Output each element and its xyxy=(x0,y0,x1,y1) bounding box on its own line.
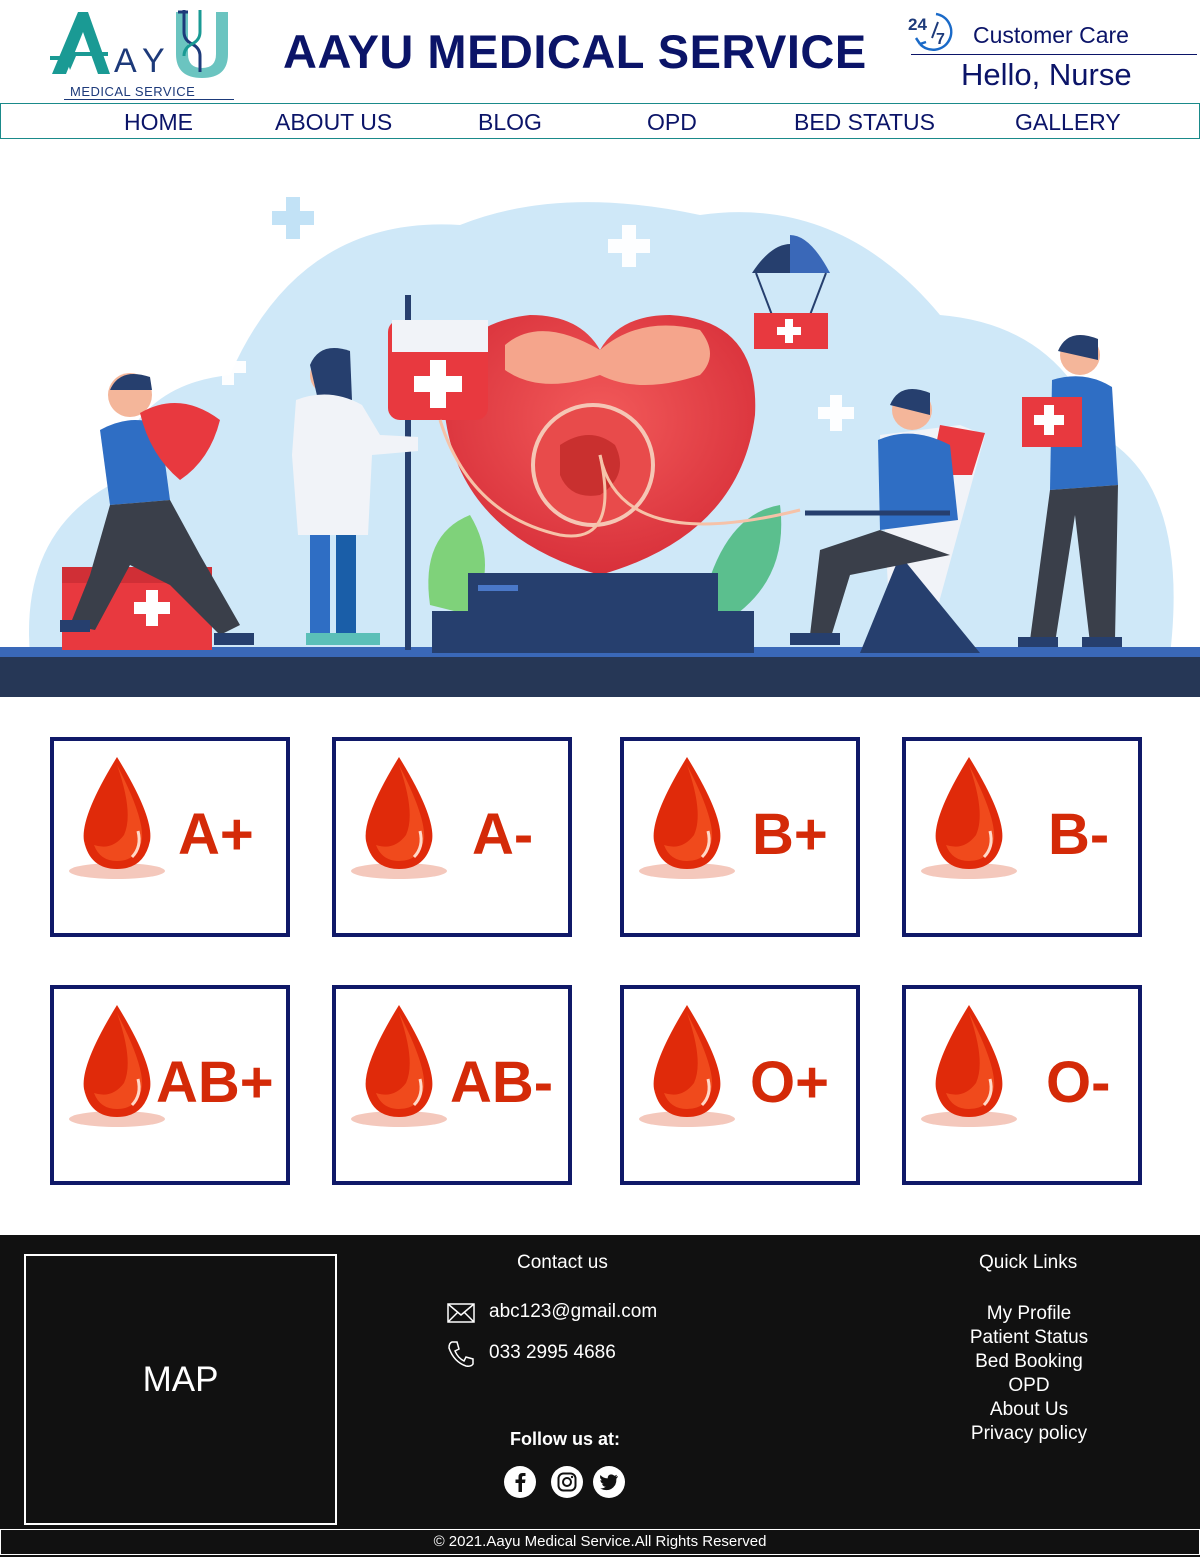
blood-group-card-a-positive[interactable]: A+ xyxy=(50,737,290,937)
mail-icon xyxy=(447,1303,475,1323)
blood-group-card-b-negative[interactable]: B- xyxy=(902,737,1142,937)
quick-link-patient-status[interactable]: Patient Status xyxy=(900,1326,1158,1350)
quick-links-heading: Quick Links xyxy=(979,1252,1078,1273)
nav-bed-status[interactable]: BED STATUS xyxy=(794,109,935,136)
blood-group-label: A+ xyxy=(178,802,254,867)
header-divider xyxy=(911,54,1197,55)
blood-drop-icon xyxy=(921,1005,1017,1127)
nav-blog[interactable]: BLOG xyxy=(478,109,542,136)
follow-us-label: Follow us at: xyxy=(510,1429,620,1449)
blood-group-label: O- xyxy=(1046,1050,1111,1115)
blood-drop-icon xyxy=(69,757,165,879)
contact-email[interactable]: abc123@gmail.com xyxy=(489,1301,657,1323)
copyright-text: © 2021.Aayu Medical Service.All Rights R… xyxy=(433,1533,767,1550)
blood-group-card-a-negative[interactable]: A- xyxy=(332,737,572,937)
blood-group-card-b-positive[interactable]: B+ xyxy=(620,737,860,937)
logo-icon: A Y xyxy=(50,10,228,80)
user-greeting[interactable]: Hello, Nurse xyxy=(961,57,1132,93)
map-placeholder[interactable]: MAP xyxy=(24,1254,337,1525)
svg-text:Y: Y xyxy=(142,42,165,80)
quick-links-list: My Profile Patient Status Bed Booking OP… xyxy=(900,1302,1158,1446)
customer-care-24-7-icon: 24 7 xyxy=(908,12,953,51)
blood-drop-icon xyxy=(639,1005,735,1127)
blood-group-card-ab-positive[interactable]: AB+ xyxy=(50,985,290,1185)
blood-group-card-o-negative[interactable]: O- xyxy=(902,985,1142,1185)
site-logo[interactable]: A Y MEDICAL SERVICE xyxy=(48,6,240,100)
nav-gallery[interactable]: GALLERY xyxy=(1015,109,1121,136)
svg-text:7: 7 xyxy=(936,31,945,48)
blood-drop-icon xyxy=(921,757,1017,879)
blood-group-label: A- xyxy=(472,802,534,867)
blood-group-label: O+ xyxy=(750,1050,829,1115)
blood-group-card-o-positive[interactable]: O+ xyxy=(620,985,860,1185)
svg-text:24: 24 xyxy=(908,15,927,34)
blood-group-label: AB- xyxy=(450,1050,554,1115)
hero-blood-donation-illustration xyxy=(0,155,1200,697)
blood-drop-icon xyxy=(351,1005,447,1127)
quick-link-about-us[interactable]: About Us xyxy=(900,1398,1158,1422)
blood-drop-icon xyxy=(351,757,447,879)
quick-link-bed-booking[interactable]: Bed Booking xyxy=(900,1350,1158,1374)
site-title: AAYU MEDICAL SERVICE xyxy=(283,25,867,78)
map-label: MAP xyxy=(142,1360,219,1399)
header: A Y MEDICAL SERVICE AAYU MEDICAL SERVICE… xyxy=(0,0,1200,100)
customer-care-label[interactable]: Customer Care xyxy=(973,22,1129,49)
logo-divider xyxy=(64,99,234,100)
blood-group-label: B+ xyxy=(752,802,828,867)
logo-subtitle: MEDICAL SERVICE xyxy=(70,84,196,99)
nav-about-us[interactable]: ABOUT US xyxy=(275,109,392,136)
copyright-bar: © 2021.Aayu Medical Service.All Rights R… xyxy=(0,1529,1200,1555)
quick-link-opd[interactable]: OPD xyxy=(900,1374,1158,1398)
nav-home[interactable]: HOME xyxy=(124,109,193,136)
blood-group-card-ab-negative[interactable]: AB- xyxy=(332,985,572,1185)
nav-opd[interactable]: OPD xyxy=(647,109,697,136)
blood-group-label: B- xyxy=(1048,802,1110,867)
main-nav: HOME ABOUT US BLOG OPD BED STATUS GALLER… xyxy=(0,103,1200,139)
contact-heading: Contact us xyxy=(517,1252,608,1273)
twitter-icon[interactable] xyxy=(592,1465,626,1499)
footer: MAP Contact us abc123@gmail.com 033 2995… xyxy=(0,1235,1200,1557)
svg-text:A: A xyxy=(114,42,137,80)
phone-icon xyxy=(448,1341,474,1367)
quick-link-privacy-policy[interactable]: Privacy policy xyxy=(900,1422,1158,1446)
blood-group-label: AB+ xyxy=(156,1050,274,1115)
blood-drop-icon xyxy=(639,757,735,879)
contact-phone[interactable]: 033 2995 4686 xyxy=(489,1342,616,1364)
instagram-icon[interactable] xyxy=(550,1465,584,1499)
facebook-icon[interactable] xyxy=(503,1465,537,1499)
quick-link-my-profile[interactable]: My Profile xyxy=(900,1302,1158,1326)
